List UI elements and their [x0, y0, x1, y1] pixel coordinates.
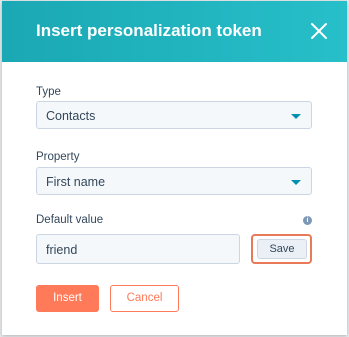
cancel-button[interactable]: Cancel — [110, 285, 179, 312]
type-label: Type — [36, 86, 61, 98]
chevron-down-icon — [291, 114, 301, 119]
insert-button[interactable]: Insert — [36, 285, 99, 312]
default-value-input[interactable]: friend — [36, 234, 240, 264]
default-value-label: Default value — [36, 214, 104, 226]
chevron-down-icon — [291, 180, 301, 185]
save-button[interactable]: Save — [257, 239, 307, 259]
property-select-value: First name — [46, 175, 106, 189]
close-icon-glyph — [311, 23, 327, 39]
insert-token-dialog: Insert personalization token Type Contac… — [2, 1, 347, 335]
property-label: Property — [36, 151, 80, 163]
default-value-text: friend — [46, 243, 78, 257]
dialog-title: Insert personalization token — [36, 21, 262, 40]
property-select[interactable]: First name — [36, 167, 312, 195]
dialog-header: Insert personalization token — [2, 1, 347, 62]
type-select-value: Contacts — [46, 109, 96, 123]
info-icon[interactable]: i — [303, 216, 312, 225]
type-select[interactable]: Contacts — [36, 101, 312, 129]
close-icon[interactable] — [309, 21, 329, 41]
